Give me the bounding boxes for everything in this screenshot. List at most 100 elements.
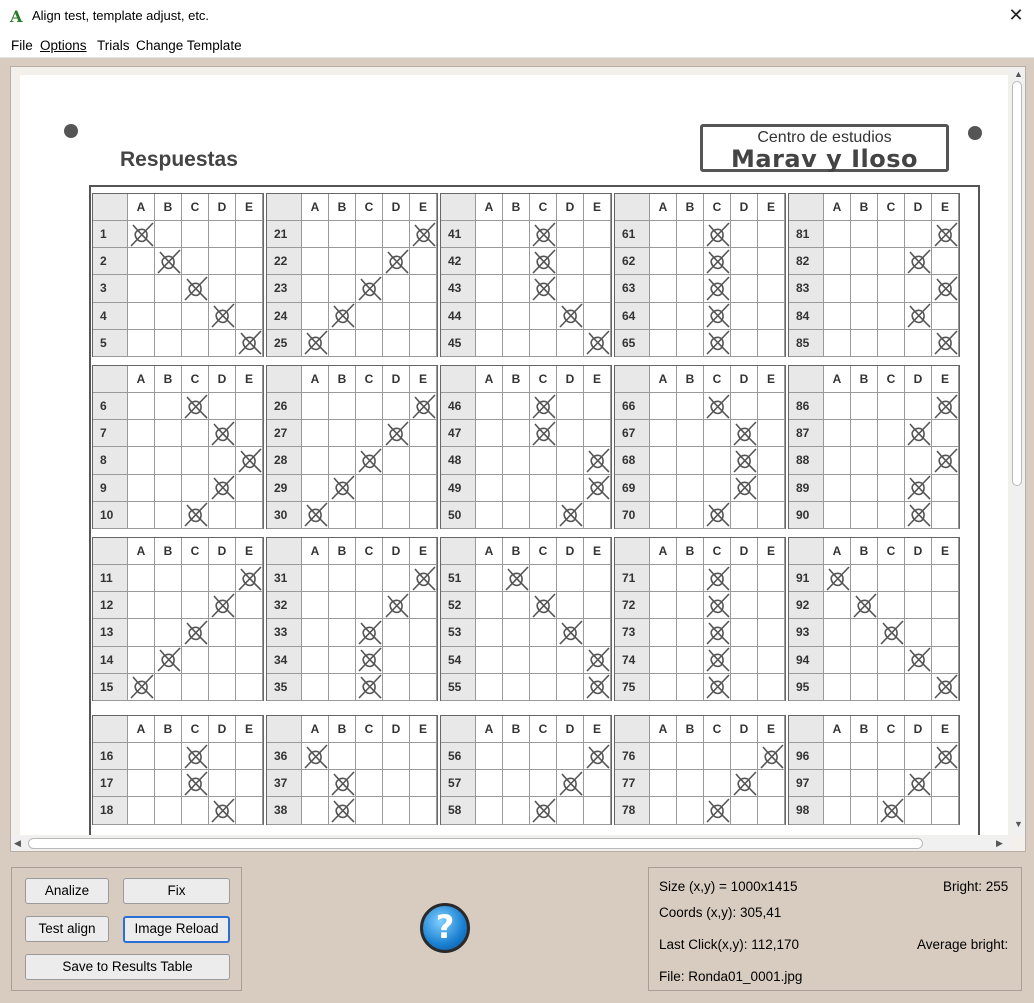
answer-cell[interactable]	[329, 646, 356, 674]
answer-cell[interactable]	[383, 393, 410, 421]
answer-cell[interactable]	[905, 501, 932, 529]
answer-cell[interactable]	[155, 743, 182, 771]
answer-cell[interactable]	[329, 393, 356, 421]
answer-cell[interactable]	[236, 743, 263, 771]
answer-cell[interactable]	[182, 329, 209, 357]
answer-cell[interactable]	[503, 447, 530, 475]
answer-cell[interactable]	[905, 770, 932, 798]
answer-cell[interactable]	[758, 797, 785, 825]
answer-cell[interactable]	[209, 420, 236, 448]
answer-cell[interactable]	[584, 302, 611, 330]
answer-cell[interactable]	[182, 743, 209, 771]
answer-cell[interactable]	[236, 302, 263, 330]
answer-cell[interactable]	[851, 447, 878, 475]
answer-cell[interactable]	[128, 447, 155, 475]
answer-cell[interactable]	[182, 221, 209, 249]
answer-cell[interactable]	[356, 420, 383, 448]
answer-cell[interactable]	[677, 501, 704, 529]
answer-cell[interactable]	[650, 420, 677, 448]
answer-cell[interactable]	[824, 592, 851, 620]
answer-cell[interactable]	[302, 565, 329, 593]
answer-cell[interactable]	[236, 565, 263, 593]
answer-cell[interactable]	[584, 673, 611, 701]
answer-cell[interactable]	[155, 221, 182, 249]
answer-cell[interactable]	[155, 565, 182, 593]
answer-cell[interactable]	[236, 393, 263, 421]
answer-cell[interactable]	[704, 393, 731, 421]
answer-cell[interactable]	[851, 619, 878, 647]
answer-cell[interactable]	[302, 592, 329, 620]
answer-cell[interactable]	[209, 474, 236, 502]
answer-cell[interactable]	[650, 221, 677, 249]
answer-cell[interactable]	[236, 673, 263, 701]
answer-cell[interactable]	[731, 743, 758, 771]
answer-cell[interactable]	[476, 646, 503, 674]
answer-cell[interactable]	[824, 646, 851, 674]
answer-cell[interactable]	[356, 770, 383, 798]
answer-cell[interactable]	[824, 302, 851, 330]
answer-cell[interactable]	[356, 302, 383, 330]
answer-cell[interactable]	[851, 673, 878, 701]
answer-cell[interactable]	[932, 619, 959, 647]
answer-cell[interactable]	[530, 275, 557, 303]
answer-cell[interactable]	[584, 474, 611, 502]
answer-cell[interactable]	[410, 393, 437, 421]
answer-cell[interactable]	[503, 673, 530, 701]
answer-cell[interactable]	[851, 770, 878, 798]
answer-cell[interactable]	[182, 619, 209, 647]
answer-cell[interactable]	[731, 619, 758, 647]
answer-cell[interactable]	[731, 797, 758, 825]
answer-cell[interactable]	[383, 743, 410, 771]
answer-cell[interactable]	[329, 420, 356, 448]
answer-cell[interactable]	[878, 770, 905, 798]
answer-cell[interactable]	[329, 797, 356, 825]
answer-cell[interactable]	[476, 393, 503, 421]
save-to-results-table-button[interactable]: Save to Results Table	[25, 954, 230, 980]
answer-cell[interactable]	[905, 275, 932, 303]
answer-cell[interactable]	[329, 302, 356, 330]
answer-cell[interactable]	[731, 420, 758, 448]
answer-cell[interactable]	[155, 646, 182, 674]
answer-cell[interactable]	[128, 302, 155, 330]
answer-cell[interactable]	[557, 797, 584, 825]
answer-cell[interactable]	[650, 743, 677, 771]
answer-cell[interactable]	[155, 501, 182, 529]
answer-cell[interactable]	[302, 302, 329, 330]
answer-cell[interactable]	[932, 501, 959, 529]
answer-cell[interactable]	[209, 565, 236, 593]
answer-cell[interactable]	[758, 393, 785, 421]
answer-cell[interactable]	[155, 420, 182, 448]
answer-cell[interactable]	[878, 248, 905, 276]
answer-cell[interactable]	[932, 221, 959, 249]
answer-cell[interactable]	[824, 743, 851, 771]
answer-cell[interactable]	[704, 275, 731, 303]
answer-cell[interactable]	[758, 329, 785, 357]
answer-cell[interactable]	[758, 565, 785, 593]
answer-cell[interactable]	[704, 474, 731, 502]
answer-cell[interactable]	[476, 619, 503, 647]
answer-cell[interactable]	[851, 302, 878, 330]
answer-cell[interactable]	[677, 420, 704, 448]
answer-cell[interactable]	[128, 646, 155, 674]
image-reload-button[interactable]: Image Reload	[123, 916, 230, 943]
answer-cell[interactable]	[905, 592, 932, 620]
answer-cell[interactable]	[584, 501, 611, 529]
answer-cell[interactable]	[878, 592, 905, 620]
answer-cell[interactable]	[905, 646, 932, 674]
answer-cell[interactable]	[236, 619, 263, 647]
answer-cell[interactable]	[905, 221, 932, 249]
answer-cell[interactable]	[824, 501, 851, 529]
answer-cell[interactable]	[302, 221, 329, 249]
answer-cell[interactable]	[905, 248, 932, 276]
answer-cell[interactable]	[209, 447, 236, 475]
answer-cell[interactable]	[410, 275, 437, 303]
answer-cell[interactable]	[731, 646, 758, 674]
answer-cell[interactable]	[650, 673, 677, 701]
scroll-right-icon[interactable]: ▶	[996, 838, 1003, 849]
answer-cell[interactable]	[182, 393, 209, 421]
answer-cell[interactable]	[182, 302, 209, 330]
answer-cell[interactable]	[503, 474, 530, 502]
answer-cell[interactable]	[302, 673, 329, 701]
answer-cell[interactable]	[650, 592, 677, 620]
answer-cell[interactable]	[383, 275, 410, 303]
